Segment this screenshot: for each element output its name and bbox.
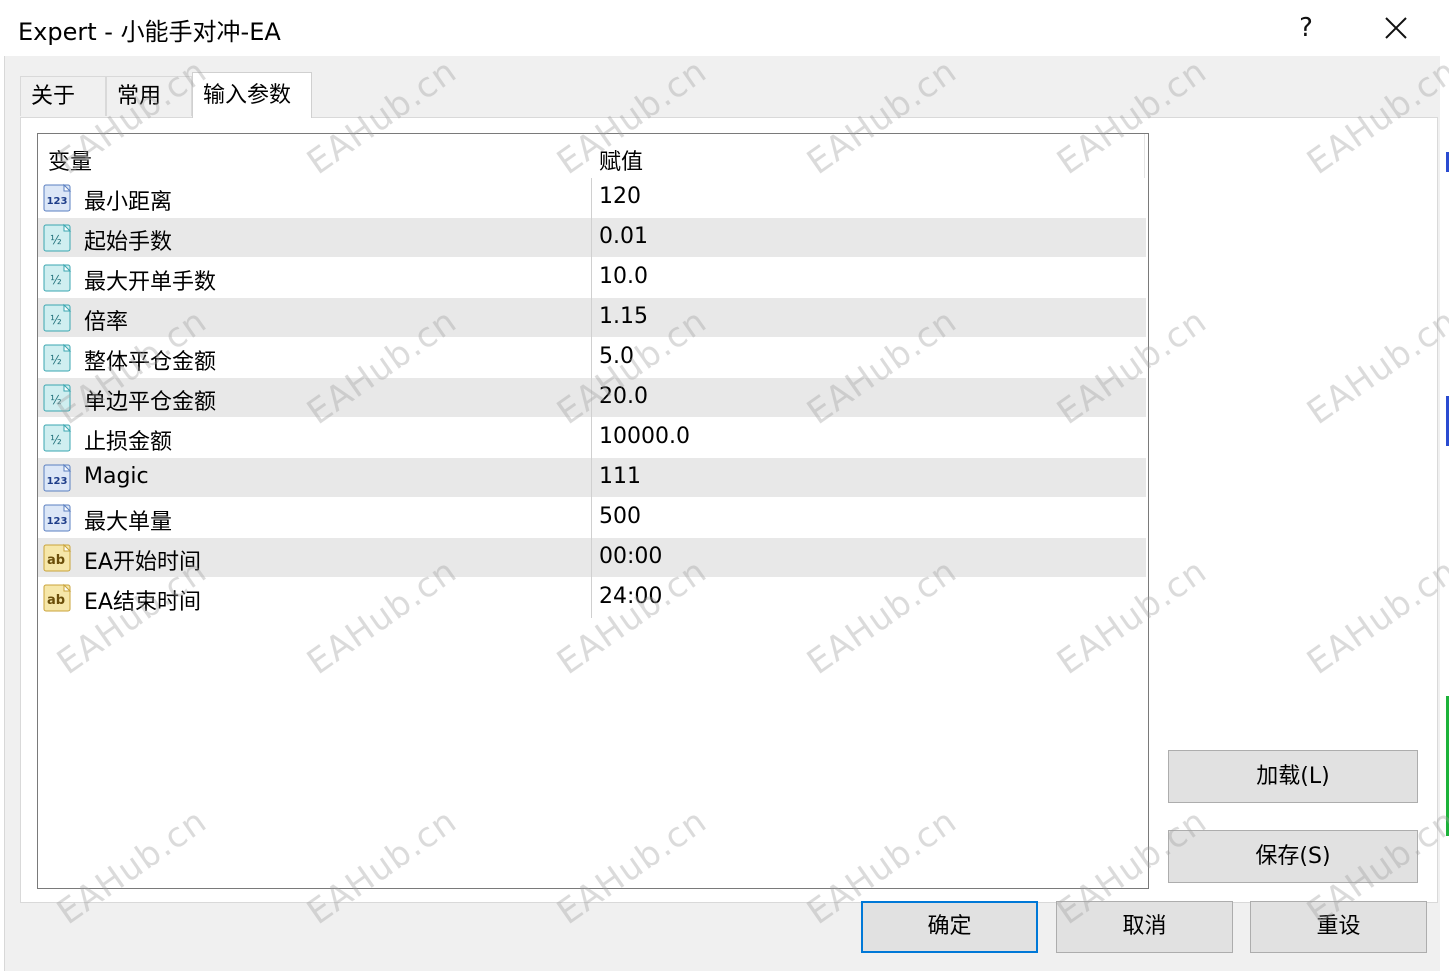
background-app-edge-right bbox=[1440, 56, 1449, 971]
close-button[interactable] bbox=[1374, 8, 1418, 48]
expert-dialog: Expert - 小能手对冲-EA ? 关于 常用 输入参数 变量 赋值 123… bbox=[0, 0, 1449, 971]
svg-text:123: 123 bbox=[47, 196, 68, 207]
double-half-icon: ½ bbox=[43, 343, 72, 372]
table-row[interactable]: 123 Magic 111 bbox=[38, 458, 1146, 498]
table-row[interactable]: ½ 整体平仓金额 5.0 bbox=[38, 338, 1146, 378]
table-row[interactable]: 123 最小距离 120 bbox=[38, 178, 1146, 218]
table-row[interactable]: ½ 最大开单手数 10.0 bbox=[38, 258, 1146, 298]
param-value[interactable]: 24:00 bbox=[599, 584, 662, 609]
param-value[interactable]: 111 bbox=[599, 464, 641, 489]
param-name: 止损金额 bbox=[84, 430, 173, 455]
table-row[interactable]: ½ 倍率 1.15 bbox=[38, 298, 1146, 338]
column-header-value[interactable]: 赋值 bbox=[599, 144, 643, 176]
tab-about[interactable]: 关于 bbox=[20, 76, 106, 116]
svg-text:½: ½ bbox=[50, 313, 62, 327]
header-divider bbox=[1144, 134, 1145, 178]
table-row[interactable]: ½ 止损金额 10000.0 bbox=[38, 418, 1146, 458]
svg-text:½: ½ bbox=[50, 433, 62, 447]
double-half-icon: ½ bbox=[43, 383, 72, 412]
load-button[interactable]: 加载(L) bbox=[1168, 750, 1418, 803]
window-title: Expert - 小能手对冲-EA bbox=[18, 18, 281, 46]
double-half-icon: ½ bbox=[43, 303, 72, 332]
table-row[interactable]: ½ 起始手数 0.01 bbox=[38, 218, 1146, 258]
background-app-edge bbox=[0, 56, 5, 971]
param-value[interactable]: 20.0 bbox=[599, 384, 648, 409]
param-value[interactable]: 10000.0 bbox=[599, 424, 690, 449]
param-name: 整体平仓金额 bbox=[84, 350, 217, 375]
tab-common[interactable]: 常用 bbox=[106, 76, 192, 116]
string-ab-icon: ab bbox=[43, 583, 72, 612]
table-body: 123 最小距离 120 ½ 起始手数 0.01 ½ 最大开单手数 10.0 ½… bbox=[38, 178, 1146, 618]
param-value[interactable]: 120 bbox=[599, 184, 641, 209]
param-value[interactable]: 10.0 bbox=[599, 264, 648, 289]
svg-text:ab: ab bbox=[47, 553, 65, 568]
param-name: Magic bbox=[84, 464, 149, 489]
svg-text:123: 123 bbox=[47, 476, 68, 487]
int-123-icon: 123 bbox=[43, 463, 72, 492]
inputs-table[interactable]: 变量 赋值 123 最小距离 120 ½ 起始手数 0.01 ½ 最大开单手数 … bbox=[37, 133, 1149, 889]
reset-button[interactable]: 重设 bbox=[1250, 901, 1427, 953]
param-name: EA结束时间 bbox=[84, 590, 201, 615]
cancel-button[interactable]: 取消 bbox=[1056, 901, 1233, 953]
close-icon bbox=[1385, 17, 1407, 39]
param-value[interactable]: 0.01 bbox=[599, 224, 648, 249]
param-value[interactable]: 1.15 bbox=[599, 304, 648, 329]
param-name: 倍率 bbox=[84, 310, 129, 335]
string-ab-icon: ab bbox=[43, 543, 72, 572]
tab-inputs[interactable]: 输入参数 bbox=[192, 72, 312, 118]
double-half-icon: ½ bbox=[43, 423, 72, 452]
param-name: 单边平仓金额 bbox=[84, 390, 217, 415]
help-button[interactable]: ? bbox=[1288, 8, 1324, 48]
save-button[interactable]: 保存(S) bbox=[1168, 830, 1418, 883]
param-value[interactable]: 5.0 bbox=[599, 344, 634, 369]
svg-text:½: ½ bbox=[50, 353, 62, 367]
param-name: EA开始时间 bbox=[84, 550, 201, 575]
table-row[interactable]: ab EA结束时间 24:00 bbox=[38, 578, 1146, 618]
column-header-variable[interactable]: 变量 bbox=[48, 144, 92, 176]
svg-text:123: 123 bbox=[47, 516, 68, 527]
param-name: 起始手数 bbox=[84, 230, 173, 255]
table-row[interactable]: ½ 单边平仓金额 20.0 bbox=[38, 378, 1146, 418]
double-half-icon: ½ bbox=[43, 223, 72, 252]
param-value[interactable]: 500 bbox=[599, 504, 641, 529]
param-name: 最大开单手数 bbox=[84, 270, 217, 295]
double-half-icon: ½ bbox=[43, 263, 72, 292]
table-row[interactable]: 123 最大单量 500 bbox=[38, 498, 1146, 538]
svg-text:½: ½ bbox=[50, 233, 62, 247]
param-name: 最小距离 bbox=[84, 190, 173, 215]
param-name: 最大单量 bbox=[84, 510, 173, 535]
svg-text:ab: ab bbox=[47, 593, 65, 608]
svg-text:½: ½ bbox=[50, 393, 62, 407]
table-header: 变量 赋值 bbox=[38, 134, 1148, 178]
table-row[interactable]: ab EA开始时间 00:00 bbox=[38, 538, 1146, 578]
int-123-icon: 123 bbox=[43, 503, 72, 532]
param-value[interactable]: 00:00 bbox=[599, 544, 662, 569]
svg-text:½: ½ bbox=[50, 273, 62, 287]
ok-button[interactable]: 确定 bbox=[861, 901, 1038, 953]
title-bar: Expert - 小能手对冲-EA ? bbox=[0, 0, 1449, 56]
int-123-icon: 123 bbox=[43, 183, 72, 212]
